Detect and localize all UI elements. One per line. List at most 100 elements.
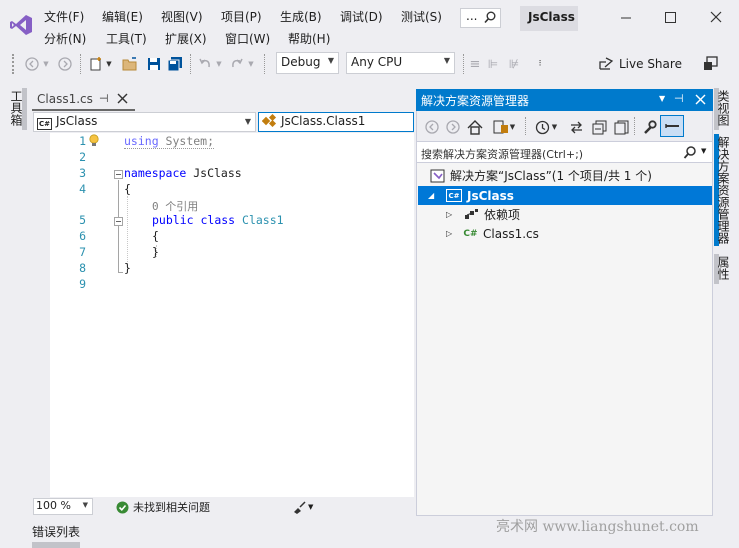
cleanup-brush-icon[interactable]: ▼ [292,499,318,515]
line-number: 9 [79,277,86,291]
pin-icon[interactable]: ⊣ [99,92,109,105]
switch-views-icon[interactable]: ▼ [490,117,518,137]
preview-selected-items-button[interactable] [660,115,684,137]
sync-icon[interactable] [567,117,585,137]
se-forward-icon[interactable] [445,117,461,137]
share-icon [598,57,614,71]
open-folder-icon[interactable] [121,54,139,74]
search-icon [683,146,696,162]
project-navigation-select[interactable]: C# JsClass ▼ [33,112,256,132]
toolbar-separator-4 [463,54,464,74]
menu-help[interactable]: 帮助(H) [288,30,330,47]
maximize-button[interactable] [658,8,682,28]
editor-tab[interactable]: Class1.cs ⊣ [32,89,135,111]
new-item-icon[interactable] [88,54,104,74]
properties-wrench-icon[interactable] [640,117,658,137]
code-editor[interactable] [32,133,414,497]
error-list-tab[interactable]: 错误列表 [32,523,80,540]
toolbar-grip [12,54,15,74]
navigate-back-icon[interactable] [24,54,40,74]
redo-dropdown-icon[interactable]: ▼ [247,54,255,74]
tree-project-node[interactable]: ◢ C# JsClass [418,186,712,205]
solution-platform-select[interactable]: Any CPU ▼ [346,52,455,74]
brace: } [152,245,159,259]
dependencies-icon [464,208,479,221]
redo-icon[interactable] [229,54,245,74]
keyword-namespace: namespace [124,166,187,180]
line-number: 7 [79,245,86,259]
show-all-files-icon[interactable] [612,117,630,137]
pending-changes-icon[interactable]: ▼ [532,117,560,137]
close-button[interactable] [704,8,728,28]
collapse-namespace-icon[interactable] [114,170,123,179]
codelens-references[interactable]: 0 个引用 [152,198,198,214]
menu-extensions[interactable]: 扩展(X) [165,30,207,47]
solution-config-select[interactable]: Debug ▼ [276,52,339,74]
menu-build[interactable]: 生成(B) [280,8,322,25]
line-number: 1 [79,134,86,148]
tree-file-node[interactable]: ▷ C# Class1.cs [418,224,712,243]
search-options-icon[interactable]: ▼ [701,147,706,155]
menu-edit[interactable]: 编辑(E) [102,8,143,25]
tree-solution-node[interactable]: 解决方案“JsClass”(1 个项目/共 1 个) [418,166,712,185]
back-dropdown-icon[interactable]: ▼ [42,54,50,74]
se-back-icon[interactable] [424,117,440,137]
home-icon[interactable] [466,117,484,137]
issues-indicator[interactable]: 未找到相关问题 [116,499,210,515]
outdent-icon[interactable]: ⊯ [506,54,522,74]
dependencies-label: 依赖项 [484,208,521,222]
menu-project[interactable]: 项目(P) [221,8,262,25]
toolbox-label: 工具箱 [9,90,23,126]
save-all-icon[interactable] [166,54,184,74]
close-tab-icon[interactable] [116,90,130,109]
chevron-down-icon: ▼ [82,501,88,509]
indent-icon[interactable]: ⊫ [486,54,500,74]
left-sidebar [0,80,30,520]
window-menu-icon[interactable]: ▼ [659,94,665,103]
menu-test[interactable]: 测试(S) [401,8,442,25]
menu-tools[interactable]: 工具(T) [106,30,147,47]
collapse-class-icon[interactable] [114,217,123,226]
minimize-button[interactable] [614,8,638,28]
chevron-down-icon: ▼ [327,56,334,65]
search-icon [484,11,496,27]
menu-window[interactable]: 窗口(W) [225,30,270,47]
navigate-forward-icon[interactable] [57,54,73,74]
editor-tab-label: Class1.cs [37,92,93,106]
menu-file[interactable]: 文件(F) [44,8,84,25]
save-icon[interactable] [146,54,162,74]
collapse-all-icon[interactable] [590,117,608,137]
code-line-6: { [152,229,159,243]
menu-view[interactable]: 视图(V) [161,8,203,25]
tree-dependencies-node[interactable]: ▷ 依赖项 [418,205,712,224]
editor-gutter [32,133,50,497]
using-underline [124,148,214,149]
se-separator-2 [634,117,635,135]
lightbulb-icon[interactable] [88,134,100,151]
toolbar-overflow-icon[interactable]: ⁝ [535,54,545,74]
line-number: 8 [79,261,86,275]
type-navigation-select[interactable]: JsClass.Class1 [258,112,414,132]
project-node-label: JsClass [467,188,514,203]
comment-icon[interactable]: ≡ [468,54,482,74]
file-node-label: Class1.cs [483,226,539,241]
keyword-public: public [152,213,194,227]
line-number: 5 [79,213,86,227]
feedback-icon[interactable] [702,54,720,74]
menu-analyze[interactable]: 分析(N) [44,30,86,47]
new-dropdown-icon[interactable]: ▼ [105,54,113,74]
menu-debug[interactable]: 调试(D) [340,8,383,25]
fold-end [118,272,123,273]
live-share-button[interactable]: Live Share [598,54,682,74]
indent-guide [127,196,128,264]
undo-icon[interactable] [197,54,213,74]
pin-icon[interactable]: ⊣ [674,92,684,105]
code-line-4: { [124,182,131,196]
zoom-select[interactable]: 100 % ▼ [33,498,93,515]
line-number: 3 [79,166,86,180]
search-box[interactable]: ... [460,8,501,28]
undo-dropdown-icon[interactable]: ▼ [215,54,223,74]
live-share-label: Live Share [619,57,682,71]
close-panel-icon[interactable] [694,91,708,110]
solution-explorer-search[interactable]: 搜索解决方案资源管理器(Ctrl+;) ▼ [417,141,712,163]
